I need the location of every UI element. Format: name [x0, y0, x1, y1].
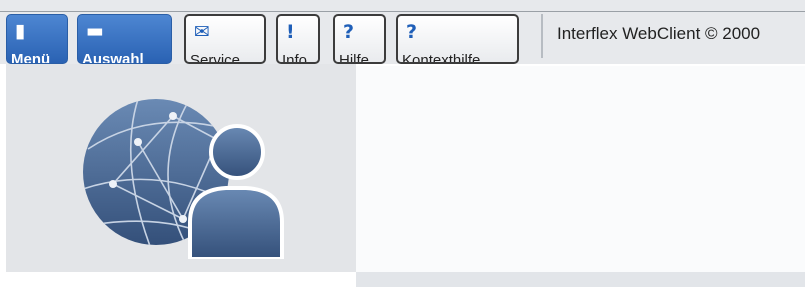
info-button[interactable]: ! Info: [276, 14, 320, 64]
info-button-label: Info: [282, 52, 308, 64]
envelope-icon: ✉: [194, 21, 210, 43]
kontexthilfe-button[interactable]: ? Kontexthilfe: [396, 14, 519, 64]
question-icon: ?: [343, 21, 355, 43]
auswahl-button[interactable]: ▬ Auswahl: [77, 14, 172, 64]
main-content-footer-bar: [356, 272, 805, 287]
toolbar-border: [0, 11, 805, 12]
globe-user-icon: [83, 99, 284, 259]
auswahl-button-label: Auswahl: [82, 51, 144, 64]
copyright-text: Interflex WebClient © 2000: [557, 24, 761, 43]
main-content-area: [356, 66, 805, 272]
exclamation-icon: !: [286, 21, 295, 43]
toolbar: ▮ Menü ▬ Auswahl ✉ Service ! Info ? Hilf…: [0, 0, 805, 64]
menu-button-label: Menü: [11, 51, 51, 64]
selection-dash-icon: ▬: [86, 20, 104, 42]
toolbar-divider: [541, 14, 543, 58]
menu-button[interactable]: ▮ Menü: [6, 14, 68, 64]
hilfe-button[interactable]: ? Hilfe: [333, 14, 386, 64]
service-button[interactable]: ✉ Service: [184, 14, 266, 64]
kontexthilfe-button-label: Kontexthilfe: [402, 52, 481, 64]
question-icon: ?: [406, 21, 418, 43]
service-button-label: Service: [190, 52, 241, 64]
hilfe-button-label: Hilfe: [339, 52, 370, 64]
menu-bar-icon: ▮: [15, 20, 26, 42]
